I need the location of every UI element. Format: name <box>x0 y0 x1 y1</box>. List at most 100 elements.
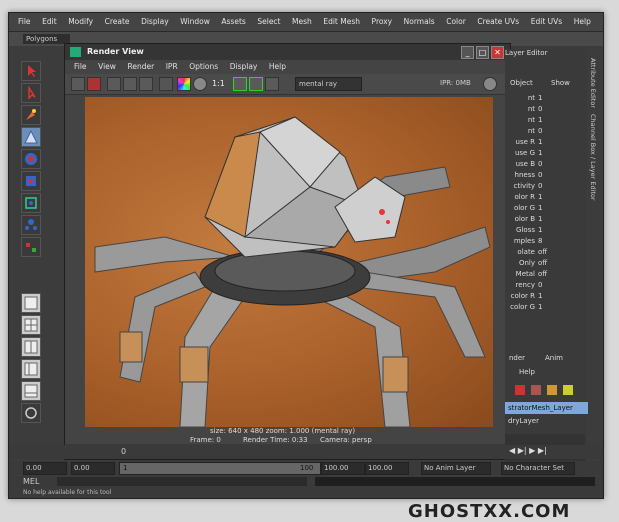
tab-channel-box[interactable]: Channel Box / Layer Editor <box>589 114 597 201</box>
attribute-row[interactable]: nt 0 <box>505 104 587 114</box>
attribute-value[interactable]: 0 <box>538 280 542 290</box>
rv-menu-render[interactable]: Render <box>127 61 154 73</box>
scale-tool-icon[interactable] <box>21 171 41 191</box>
attribute-row[interactable]: color R1 <box>505 291 587 301</box>
menu-modify[interactable]: Modify <box>68 13 93 31</box>
tab-attribute-editor[interactable]: Attribute Editor <box>589 58 597 108</box>
attribute-row[interactable]: mples 8 <box>505 236 587 246</box>
play-forward-icon[interactable]: ▶ <box>529 446 535 455</box>
attribute-row[interactable]: hness 0 <box>505 170 587 180</box>
end-time-field[interactable]: 100.00 <box>321 462 365 475</box>
maximize-icon[interactable]: □ <box>476 46 489 59</box>
snapshot-icon[interactable] <box>107 77 121 91</box>
current-start-field[interactable]: 0.00 <box>71 462 115 475</box>
menu-mesh[interactable]: Mesh <box>292 13 312 31</box>
attribute-value[interactable]: 1 <box>538 203 542 213</box>
layer-item[interactable]: dryLayer <box>505 415 588 427</box>
attribute-row[interactable]: rency 0 <box>505 280 587 290</box>
alpha-channel-icon[interactable] <box>193 77 207 91</box>
attribute-row[interactable]: use B0 <box>505 159 587 169</box>
mel-label[interactable]: MEL <box>23 477 39 486</box>
attribute-value[interactable]: 1 <box>538 214 542 224</box>
show-label[interactable]: Show <box>551 79 570 87</box>
attribute-row[interactable]: use G1 <box>505 148 587 158</box>
minimize-icon[interactable]: _ <box>461 46 474 59</box>
move-tool-icon[interactable] <box>21 127 41 147</box>
menu-edit[interactable]: Edit <box>42 13 57 31</box>
close-icon[interactable]: ✕ <box>491 46 504 59</box>
remove-image-icon[interactable] <box>249 77 263 91</box>
attribute-value[interactable]: 1 <box>538 93 542 103</box>
object-label[interactable]: Object <box>510 79 533 87</box>
rgb-channels-icon[interactable] <box>177 77 191 91</box>
show-manip-icon[interactable] <box>21 237 41 257</box>
render-view-titlebar[interactable]: Render View _ □ ✕ <box>65 44 510 60</box>
attribute-row[interactable]: Gloss 1 <box>505 225 587 235</box>
attribute-row[interactable]: use R1 <box>505 137 587 147</box>
attribute-row[interactable]: olor R1 <box>505 192 587 202</box>
rv-menu-help[interactable]: Help <box>269 61 286 73</box>
attribute-row[interactable]: nt 1 <box>505 93 587 103</box>
layer-item[interactable]: stratorMesh_Layer <box>505 402 588 414</box>
four-pane-layout-icon[interactable] <box>21 315 41 335</box>
menu-select[interactable]: Select <box>257 13 280 31</box>
select-tool-icon[interactable] <box>21 61 41 81</box>
attribute-row[interactable]: olate off <box>505 247 587 257</box>
menu-proxy[interactable]: Proxy <box>372 13 393 31</box>
single-pane-layout-icon[interactable] <box>21 293 41 313</box>
attribute-value[interactable]: 0 <box>538 181 542 191</box>
attribute-value[interactable]: 8 <box>538 236 542 246</box>
persp-graph-layout-icon[interactable] <box>21 381 41 401</box>
menu-create-uvs[interactable]: Create UVs <box>477 13 519 31</box>
tab-anim[interactable]: Anim <box>545 354 563 362</box>
mel-input[interactable] <box>57 477 307 486</box>
attribute-value[interactable]: 0 <box>538 159 542 169</box>
menu-display[interactable]: Display <box>141 13 169 31</box>
attribute-value[interactable]: 1 <box>538 225 542 235</box>
ipr-render-icon[interactable] <box>123 77 137 91</box>
render-region-icon[interactable] <box>87 77 101 91</box>
menu-help[interactable]: Help <box>574 13 591 31</box>
playback-end-field[interactable]: 100.00 <box>365 462 409 475</box>
soft-mod-icon[interactable] <box>21 215 41 235</box>
range-slider[interactable]: 1 100 <box>119 462 321 475</box>
rendered-image[interactable] <box>85 97 493 427</box>
menu-normals[interactable]: Normals <box>404 13 435 31</box>
keep-image-icon[interactable] <box>233 77 247 91</box>
attribute-value[interactable]: 1 <box>538 115 542 125</box>
step-forward-icon[interactable]: ▶| <box>538 446 547 455</box>
rotate-tool-icon[interactable] <box>21 149 41 169</box>
attribute-row[interactable]: nt 0 <box>505 126 587 136</box>
menuset-dropdown[interactable]: Polygons <box>23 34 70 44</box>
refresh-icon[interactable] <box>139 77 153 91</box>
universal-manip-icon[interactable] <box>21 193 41 213</box>
attribute-value[interactable]: 1 <box>538 148 542 158</box>
layer-options-icon[interactable] <box>547 385 557 395</box>
step-back-icon[interactable]: ▶| <box>518 446 527 455</box>
rv-menu-file[interactable]: File <box>74 61 87 73</box>
character-set-dropdown[interactable]: No Character Set <box>501 462 575 475</box>
play-back-icon[interactable]: ◀ <box>509 446 515 455</box>
layer-settings-icon[interactable] <box>563 385 573 395</box>
new-layer-selected-icon[interactable] <box>531 385 541 395</box>
start-time-field[interactable]: 0.00 <box>23 462 67 475</box>
menu-color[interactable]: Color <box>446 13 466 31</box>
persp-outliner-layout-icon[interactable] <box>21 359 41 379</box>
menu-edit-mesh[interactable]: Edit Mesh <box>323 13 360 31</box>
attribute-row[interactable]: olor G1 <box>505 203 587 213</box>
attribute-value[interactable]: 0 <box>538 126 542 136</box>
menu-file[interactable]: File <box>18 13 31 31</box>
attribute-value[interactable]: off <box>538 247 547 257</box>
rv-menu-display[interactable]: Display <box>230 61 258 73</box>
tab-render[interactable]: nder <box>509 354 525 362</box>
real-size-label[interactable]: 1:1 <box>212 79 225 88</box>
attribute-value[interactable]: 1 <box>538 302 542 312</box>
attribute-row[interactable]: ctivity 0 <box>505 181 587 191</box>
attribute-value[interactable]: off <box>538 258 547 268</box>
menu-window[interactable]: Window <box>180 13 210 31</box>
attribute-row[interactable]: Metal off <box>505 269 587 279</box>
lasso-tool-icon[interactable] <box>21 83 41 103</box>
attribute-value[interactable]: 0 <box>538 104 542 114</box>
side-by-side-layout-icon[interactable] <box>21 337 41 357</box>
rv-menu-options[interactable]: Options <box>189 61 218 73</box>
